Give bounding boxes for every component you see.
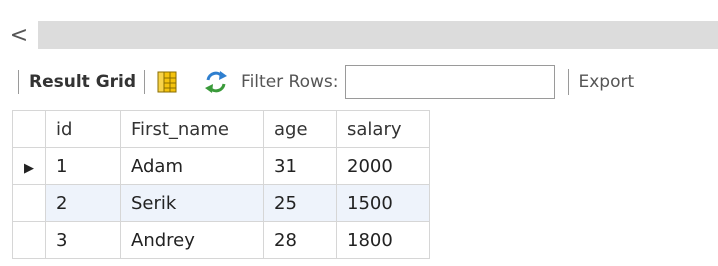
horizontal-scrollbar[interactable]: < [0, 19, 718, 51]
row-header[interactable] [12, 184, 46, 222]
result-toolbar: Result Grid Filter Rows: Export [0, 62, 718, 102]
cell-age[interactable]: 25 [263, 184, 337, 222]
current-row-pointer-icon: ▶ [24, 160, 34, 176]
cell-first-name[interactable]: Serik [120, 184, 264, 222]
toolbar-divider [18, 70, 19, 94]
cell-first-name[interactable]: Andrey [120, 221, 264, 259]
result-grid-label[interactable]: Result Grid [29, 72, 136, 92]
cell-id[interactable]: 1 [45, 147, 121, 185]
cell-salary[interactable]: 2000 [336, 147, 430, 185]
table-row[interactable]: 2 Serik 25 1500 [12, 184, 430, 222]
cell-age[interactable]: 31 [263, 147, 337, 185]
column-header-salary[interactable]: salary [336, 110, 430, 148]
toolbar-divider [567, 69, 569, 95]
row-header-corner [12, 110, 46, 148]
table-row[interactable]: ▶ 1 Adam 31 2000 [12, 147, 430, 185]
filter-rows-input[interactable] [344, 65, 555, 99]
result-grid-table: id First_name age salary ▶ 1 Adam 31 200… [12, 110, 430, 259]
chevron-left-icon: < [9, 22, 29, 48]
cell-age[interactable]: 28 [263, 221, 337, 259]
cell-id[interactable]: 2 [45, 184, 121, 222]
cell-first-name[interactable]: Adam [120, 147, 264, 185]
row-header[interactable]: ▶ [12, 147, 46, 185]
column-header-first-name[interactable]: First_name [120, 110, 264, 148]
column-header-age[interactable]: age [263, 110, 337, 148]
export-button[interactable]: Export [579, 72, 635, 92]
scroll-track[interactable] [38, 21, 718, 49]
refresh-icon[interactable] [203, 70, 229, 94]
filter-rows-label: Filter Rows: [241, 72, 339, 92]
table-row[interactable]: 3 Andrey 28 1800 [12, 221, 430, 259]
header-row: id First_name age salary [12, 110, 430, 148]
cell-id[interactable]: 3 [45, 221, 121, 259]
column-header-id[interactable]: id [45, 110, 121, 148]
cell-salary[interactable]: 1800 [336, 221, 430, 259]
grid-icon[interactable] [157, 71, 177, 93]
cell-salary[interactable]: 1500 [336, 184, 430, 222]
toolbar-divider [144, 70, 146, 94]
row-header[interactable] [12, 221, 46, 259]
scroll-left-button[interactable]: < [0, 19, 38, 51]
